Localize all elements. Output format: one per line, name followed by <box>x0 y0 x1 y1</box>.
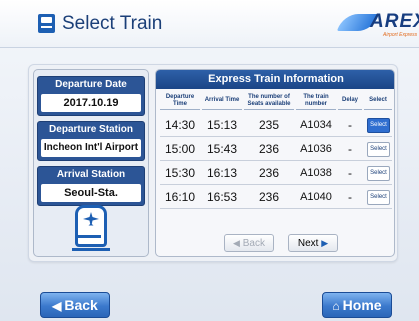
header-train-number: The train number <box>296 92 336 110</box>
left-arrow-icon: ◀ <box>233 238 240 248</box>
trip-info-panel: Departure Date 2017.10.19 Departure Stat… <box>33 69 149 257</box>
arrival-station-value: Seoul-Sta. <box>41 184 141 202</box>
page-next-label: Next <box>297 238 319 249</box>
arrival-time: 15:13 <box>206 118 238 132</box>
train-number: A1034 <box>300 119 332 131</box>
page-back-label: Back <box>242 238 265 249</box>
seats-available: 236 <box>258 166 280 180</box>
delay: - <box>348 118 352 132</box>
header-bar: Select Train AREX Airport Express <box>0 0 419 48</box>
arrival-station-box: Arrival Station Seoul-Sta. <box>37 166 145 206</box>
delay: - <box>348 190 352 204</box>
delay: - <box>348 142 352 156</box>
arex-logo: AREX Airport Express <box>336 9 419 39</box>
train-number: A1036 <box>300 143 332 155</box>
right-arrow-icon: ▶ <box>321 238 329 248</box>
departure-time: 16:10 <box>164 190 196 204</box>
ticket-icon <box>38 14 55 33</box>
departure-station-label: Departure Station <box>49 124 133 135</box>
train-row: 14:30 15:13 235 A1034 - Select <box>160 114 392 137</box>
seats-available: 236 <box>258 142 280 156</box>
seats-available: 235 <box>258 118 280 132</box>
rail-track <box>72 248 110 251</box>
header-delay: Delay <box>338 92 362 110</box>
table-title: Express Train Information <box>156 70 394 89</box>
select-button[interactable]: Select <box>367 166 390 181</box>
arrival-station-label: Arrival Station <box>56 169 126 180</box>
train-row: 15:00 15:43 236 A1036 - Select <box>160 138 392 161</box>
departure-station-value: Incheon Int'l Airport <box>41 139 141 157</box>
header-select: Select <box>364 92 392 110</box>
train-number: A1038 <box>300 167 332 179</box>
train-info-table: Express Train Information Departure Time… <box>155 69 395 257</box>
arrival-time: 15:43 <box>206 142 238 156</box>
departure-date-box: Departure Date 2017.10.19 <box>37 76 145 116</box>
departure-time: 15:00 <box>164 142 196 156</box>
departure-date-label: Departure Date <box>55 79 127 90</box>
logo-subtitle: Airport Express <box>383 32 418 38</box>
airplane-icon <box>83 212 99 226</box>
departure-station-box: Departure Station Incheon Int'l Airport <box>37 121 145 161</box>
back-button[interactable]: ◀ Back <box>40 292 110 318</box>
train-row: 16:10 16:53 236 A1040 - Select <box>160 186 392 209</box>
home-icon: ⌂ <box>332 299 340 313</box>
header-arrival-time: Arrival Time <box>202 92 242 110</box>
page-title: Select Train <box>62 13 163 34</box>
left-arrow-icon: ◀ <box>52 299 62 313</box>
page-next-button[interactable]: Next ▶ <box>288 234 338 252</box>
home-button[interactable]: ⌂ Home <box>322 292 392 318</box>
arrival-time: 16:13 <box>206 166 238 180</box>
train-row: 15:30 16:13 236 A1038 - Select <box>160 162 392 185</box>
back-button-label: Back <box>64 297 98 313</box>
delay: - <box>348 166 352 180</box>
arrival-time: 16:53 <box>206 190 238 204</box>
select-button[interactable]: Select <box>367 118 390 133</box>
select-train-screen: Select Train AREX Airport Express Depart… <box>0 0 419 321</box>
train-number: A1040 <box>300 191 332 203</box>
main-panel: Departure Date 2017.10.19 Departure Stat… <box>28 64 398 262</box>
departure-time: 15:30 <box>164 166 196 180</box>
departure-date-value: 2017.10.19 <box>41 94 141 112</box>
select-button[interactable]: Select <box>367 142 390 157</box>
train-window-bar <box>77 235 101 238</box>
logo-text: AREX <box>370 11 419 32</box>
select-button[interactable]: Select <box>367 190 390 205</box>
airport-train-icon <box>72 205 110 251</box>
page-back-button[interactable]: ◀ Back <box>224 234 274 252</box>
departure-time: 14:30 <box>164 118 196 132</box>
seats-available: 236 <box>258 190 280 204</box>
header-seats-available: The number of Seats available <box>244 92 294 110</box>
home-button-label: Home <box>342 297 382 313</box>
header-departure-time: Departure Time <box>160 92 200 110</box>
